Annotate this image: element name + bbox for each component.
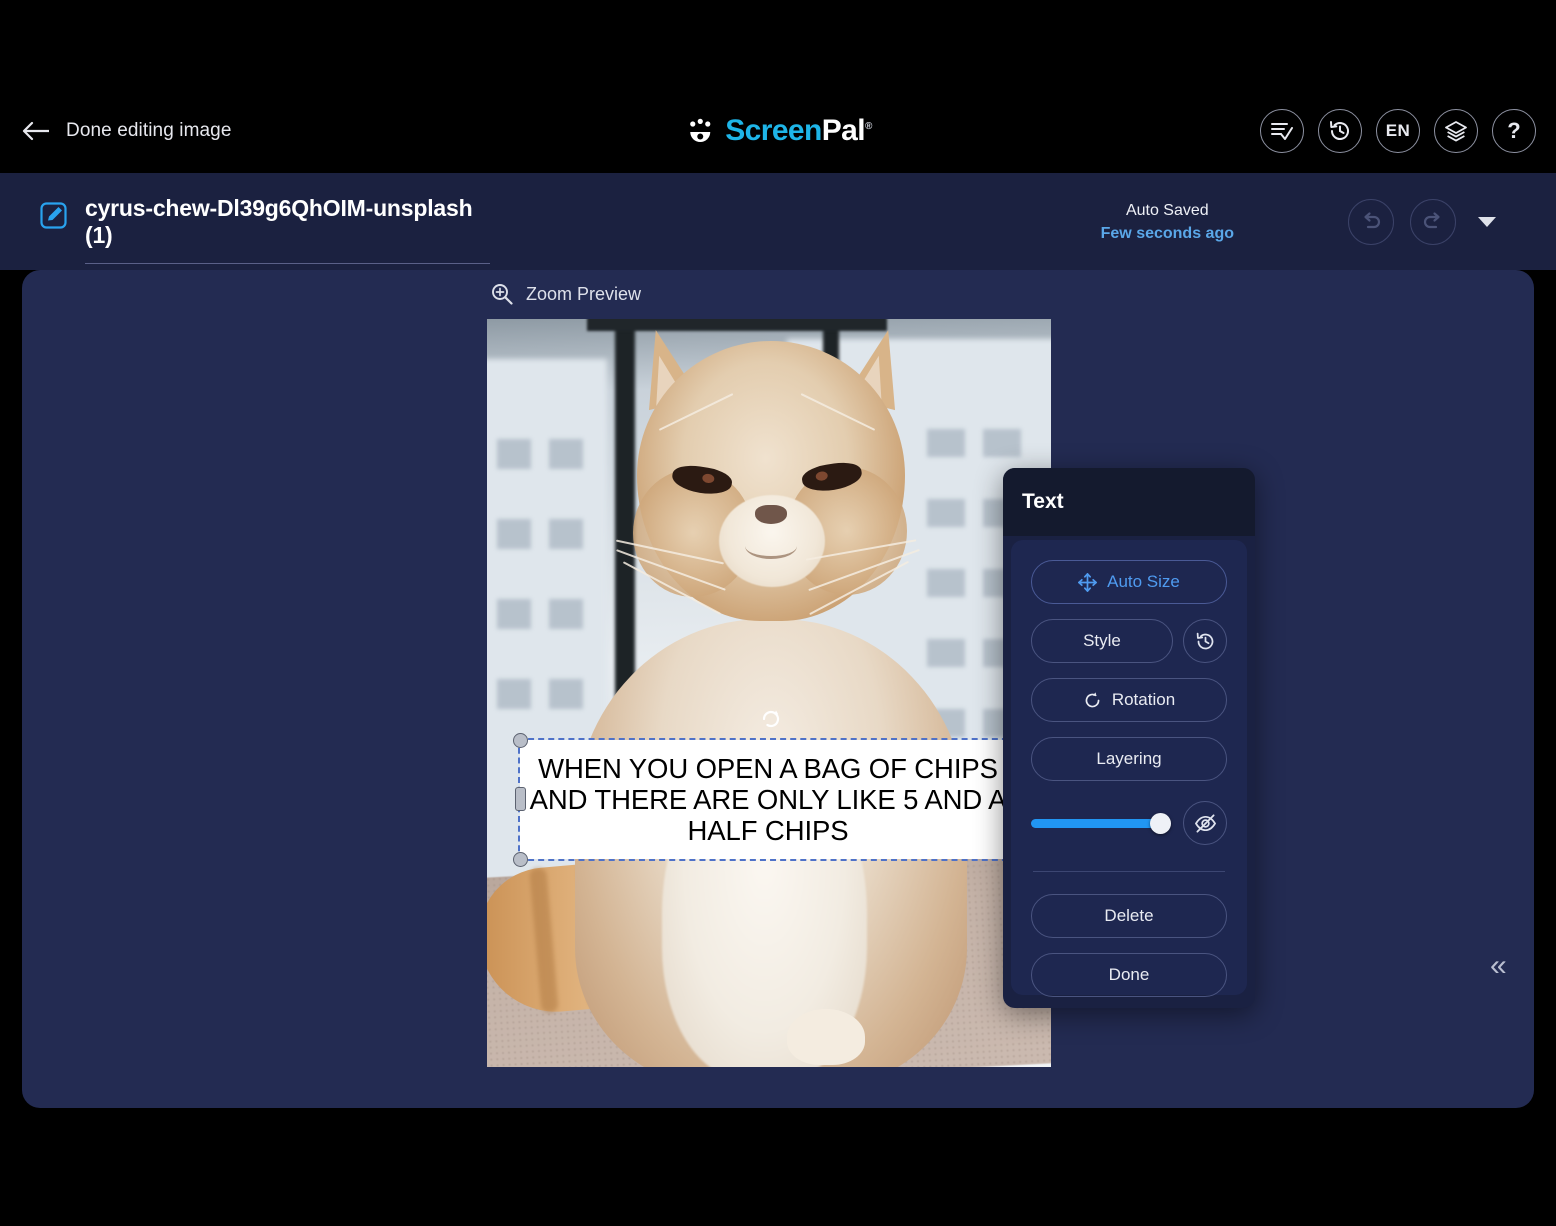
resize-handle-middle-left[interactable] — [515, 787, 526, 811]
rotation-label: Rotation — [1111, 690, 1176, 709]
history-icon — [1328, 119, 1352, 143]
layers-icon — [1444, 120, 1468, 142]
text-panel-title: Text — [1022, 490, 1064, 513]
opacity-slider[interactable] — [1031, 812, 1171, 834]
zoom-preview-label: Zoom Preview — [526, 283, 642, 304]
cat-subject — [487, 319, 1051, 1067]
text-panel-header: Text — [1003, 468, 1255, 536]
layering-label: Layering — [1096, 749, 1162, 768]
language-label: EN — [1385, 120, 1411, 140]
undo-redo-group — [1348, 199, 1496, 245]
file-toolbar: cyrus-chew-Dl39g6QhOIM-unsplash (1) Auto… — [0, 173, 1556, 270]
style-reset-button[interactable] — [1183, 619, 1227, 663]
screenpal-logo: ScreenPal® — [684, 113, 872, 148]
zoom-preview-button[interactable]: Zoom Preview — [490, 282, 641, 306]
rotate-cw-icon — [1083, 691, 1102, 710]
style-row: Style — [1031, 619, 1227, 663]
layers-button[interactable] — [1434, 108, 1478, 153]
delete-label: Delete — [1104, 906, 1154, 925]
screenpal-wordmark: ScreenPal® — [725, 113, 872, 148]
done-editing-image-label: Done editing image — [66, 119, 232, 141]
file-name-group: cyrus-chew-Dl39g6QhOIM-unsplash (1) — [40, 195, 490, 264]
file-name-field[interactable]: cyrus-chew-Dl39g6QhOIM-unsplash (1) — [85, 195, 490, 264]
top-bar-actions: EN ? — [1260, 88, 1536, 173]
language-button[interactable]: EN — [1376, 108, 1420, 153]
done-editing-image-button[interactable]: Done editing image — [22, 88, 232, 173]
opacity-row — [1031, 801, 1227, 845]
text-object-content: WHEN YOU OPEN A BAG OF CHIPS AND THERE A… — [529, 752, 1007, 847]
history-button[interactable] — [1318, 108, 1362, 153]
style-label: Style — [1083, 631, 1121, 650]
auto-size-button[interactable]: Auto Size — [1031, 560, 1227, 604]
caret-down-icon[interactable] — [1478, 217, 1496, 227]
checklist-icon — [1270, 120, 1294, 142]
undo-button[interactable] — [1348, 199, 1394, 245]
redo-icon — [1421, 211, 1445, 233]
edit-square-icon[interactable] — [40, 202, 67, 229]
magnifier-plus-icon — [490, 282, 514, 306]
text-object[interactable]: WHEN YOU OPEN A BAG OF CHIPS AND THERE A… — [518, 738, 1018, 861]
checklist-button[interactable] — [1260, 108, 1304, 153]
file-name-text: cyrus-chew-Dl39g6QhOIM-unsplash (1) — [85, 195, 473, 248]
cat-nose — [755, 505, 787, 524]
photo-cat-by-window — [487, 319, 1051, 1067]
arrow-left-icon — [22, 119, 52, 143]
help-button[interactable]: ? — [1492, 108, 1536, 153]
screenpal-image-editor: Done editing image ScreenPal® EN ? cyrus… — [0, 0, 1556, 1226]
brand-part-one: Screen — [725, 113, 822, 147]
resize-handle-bottom-left[interactable] — [513, 852, 528, 867]
canvas-panel: Zoom Preview « — [22, 270, 1534, 1108]
redo-button[interactable] — [1410, 199, 1456, 245]
autosave-time: Few seconds ago — [1100, 225, 1234, 243]
rotate-handle-icon[interactable] — [760, 708, 782, 730]
resize-handle-top-left[interactable] — [513, 733, 528, 748]
layering-button[interactable]: Layering — [1031, 737, 1227, 781]
file-name-underline — [85, 263, 490, 264]
opacity-slider-fill — [1031, 818, 1160, 828]
opacity-slider-thumb[interactable] — [1149, 812, 1171, 834]
undo-icon — [1359, 211, 1383, 233]
delete-button[interactable]: Delete — [1031, 894, 1227, 938]
done-button[interactable]: Done — [1031, 953, 1227, 997]
text-panel-body: Auto Size Style Rotation Layering Delete… — [1011, 540, 1247, 997]
double-chevron-left-icon[interactable]: « — [1490, 951, 1520, 981]
registered-mark: ® — [864, 120, 872, 132]
text-properties-panel: Text Auto Size Style Rotation Layering D… — [1003, 468, 1255, 1008]
panel-divider — [1033, 871, 1225, 872]
eye-off-icon — [1194, 813, 1217, 834]
move-arrows-icon — [1078, 572, 1098, 592]
top-bar: Done editing image ScreenPal® EN ? — [0, 88, 1556, 173]
history-icon — [1195, 631, 1216, 652]
brand-part-two: Pal — [821, 113, 866, 147]
rotation-button[interactable]: Rotation — [1031, 678, 1227, 722]
style-button[interactable]: Style — [1031, 619, 1173, 663]
done-label: Done — [1108, 965, 1150, 984]
help-icon: ? — [1507, 117, 1521, 143]
auto-size-label: Auto Size — [1107, 572, 1180, 591]
visibility-toggle-button[interactable] — [1183, 801, 1227, 845]
screenpal-mark-icon — [684, 115, 716, 147]
autosave-status: Auto Saved Few seconds ago — [1101, 199, 1234, 245]
image-canvas[interactable] — [487, 319, 1051, 1067]
autosave-label: Auto Saved — [1125, 202, 1209, 219]
